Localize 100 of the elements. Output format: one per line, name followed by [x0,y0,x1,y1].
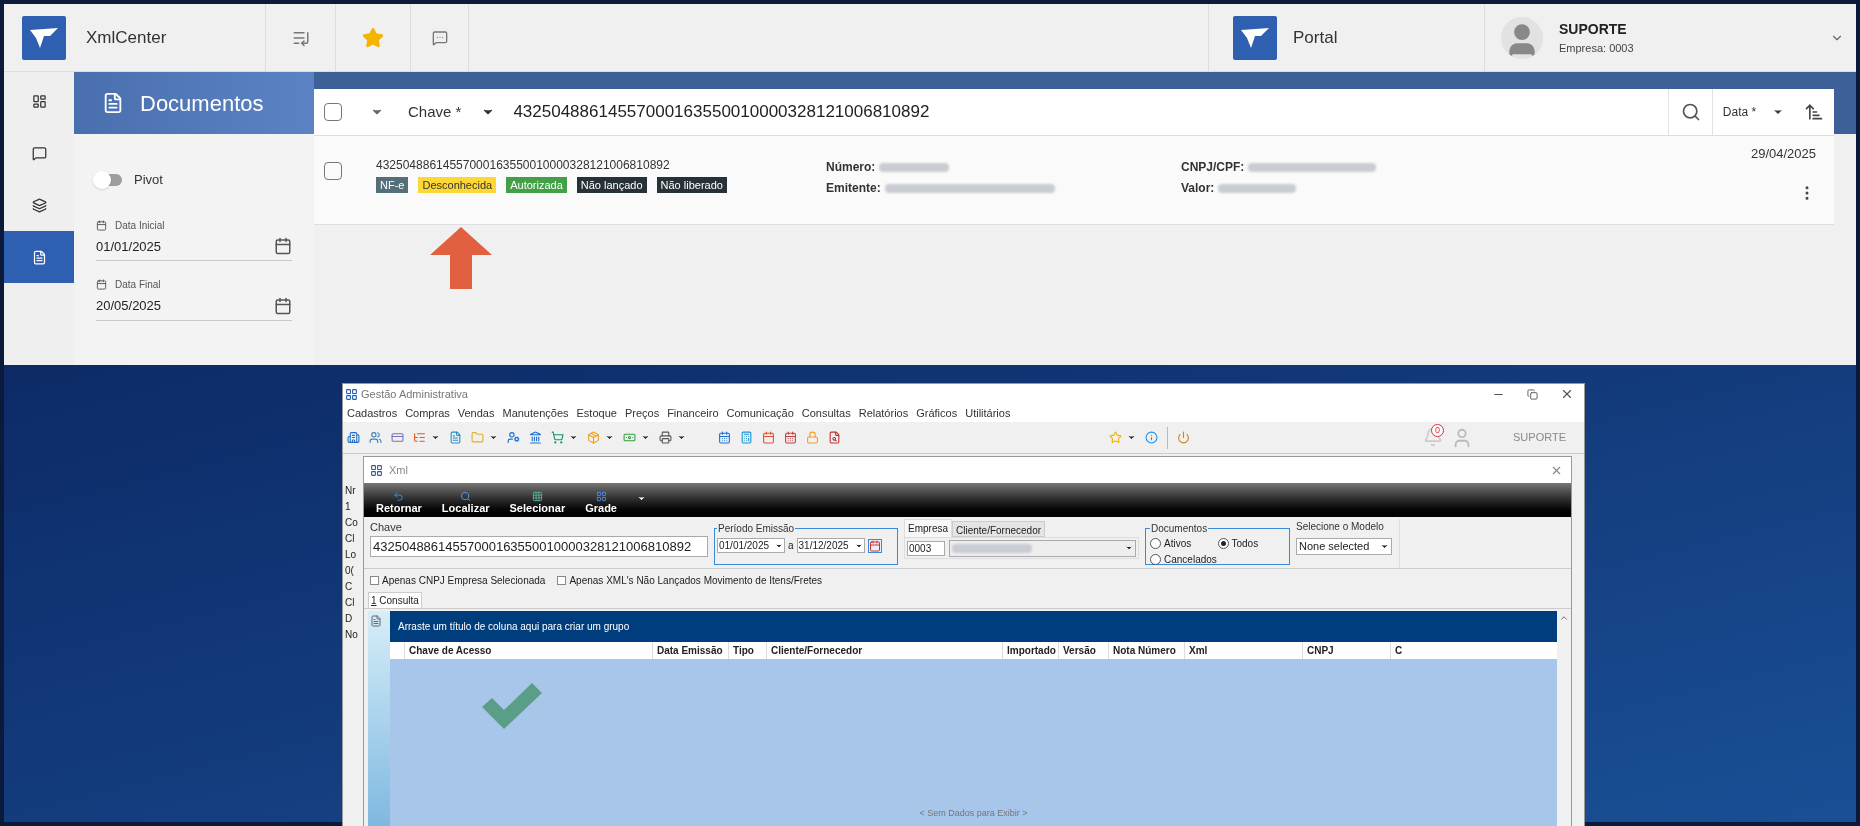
caret-icon[interactable] [431,433,440,442]
caret-icon[interactable] [677,433,686,442]
cart-icon[interactable] [551,431,564,444]
radio-label: Cancelados [1164,553,1217,567]
caret-icon[interactable] [569,433,578,442]
sort-order-icon[interactable] [1804,102,1824,122]
menu-item[interactable]: Financeiro [667,404,719,422]
menu-item[interactable]: Manutenções [502,404,569,422]
money-icon[interactable] [623,431,636,444]
calendar-icon[interactable] [718,431,731,444]
search-field-dropdown[interactable]: Chave * [408,100,496,124]
toolbar-button[interactable]: Localizar [441,491,490,515]
checkmark-icon [482,683,542,729]
radio-button[interactable] [1150,538,1161,549]
column-header[interactable]: C [1390,642,1406,659]
column-header[interactable]: Nota Número [1108,642,1184,659]
column-header[interactable]: Xml [1184,642,1302,659]
user-icon[interactable] [507,431,520,444]
sidebar-item[interactable] [4,231,74,283]
toolbar-button[interactable]: Retornar [376,491,422,515]
form-label: D [345,612,354,626]
date-dropdown[interactable]: 31/12/2025 [796,538,865,553]
date-label: Data Final [115,278,161,292]
radio-button[interactable] [1150,554,1161,565]
calendar-icon[interactable] [762,431,775,444]
menu-item[interactable]: Consultas [801,404,851,422]
column-header[interactable]: CNPJ [1302,642,1390,659]
menu-item[interactable]: Estoque [576,404,617,422]
chave-input[interactable]: 43250488614557000163550010000328121006810892 [370,535,708,557]
form-label: C [345,580,354,594]
restore-icon[interactable] [1527,388,1538,400]
toolbar-button[interactable]: Selecionar [509,491,566,515]
printer-icon[interactable] [659,431,672,444]
model-dropdown[interactable]: None selected [1296,538,1392,555]
column-header[interactable]: Data Emissão [652,642,728,659]
calculator-icon[interactable] [740,431,753,444]
notification-badge: 0 [1431,423,1444,437]
document-icon[interactable] [449,431,462,444]
bell-icon[interactable] [1423,426,1443,447]
people-icon[interactable] [369,431,382,444]
column-header[interactable]: Cliente/Fornecedor [766,642,1002,659]
select-all-checkbox[interactable] [324,103,342,121]
user-name: SUPORTE [1559,19,1628,39]
tab[interactable]: Empresa [904,519,952,537]
caret-icon[interactable] [489,433,498,442]
avatar-icon [1501,16,1543,59]
toolbar-button[interactable]: Grade [585,491,617,515]
date-field[interactable]: 20/05/2025 [96,296,292,321]
menu-item[interactable]: Utilitários [965,404,1011,422]
calendar-icon[interactable] [784,431,797,444]
list-icon[interactable] [413,431,426,444]
column-header[interactable]: Chave de Acesso [404,642,652,659]
menu-item[interactable]: Compras [405,404,450,422]
close-icon[interactable] [1560,387,1574,401]
report-icon[interactable] [828,431,841,444]
search-icon[interactable] [1680,102,1701,122]
star-icon[interactable] [362,26,384,49]
menu-item[interactable]: Cadastros [347,404,398,422]
caret-icon[interactable] [605,433,614,442]
search-icon [460,491,472,502]
chat-icon[interactable] [431,29,448,46]
menu-item[interactable]: Relatórios [858,404,909,422]
date-range-group: Período Emissão 01/01/2025 a 31/12/2025 [714,521,898,565]
column-header[interactable]: Versão [1058,642,1108,659]
tab[interactable]: 1 Consulta [368,592,422,608]
info-icon[interactable] [1145,431,1158,444]
app-name: XmlCenter [86,26,167,49]
calendar-icon[interactable] [274,296,292,315]
building-icon[interactable] [347,431,360,444]
scroll-up-icon[interactable] [1559,613,1569,623]
tab[interactable]: Cliente/Fornecedor [952,521,1046,537]
caret-icon[interactable] [641,433,650,442]
row-checkbox[interactable] [324,162,342,180]
calendar-icon[interactable] [274,237,292,256]
star-icon[interactable] [1109,431,1122,444]
pivot-toggle[interactable] [96,173,122,186]
portal-link[interactable]: Portal [1293,24,1338,51]
empresa-input[interactable]: 0003 [907,540,945,556]
card-icon[interactable] [391,431,404,444]
menu-item[interactable]: Vendas [457,404,495,422]
date-field[interactable]: 01/01/2025 [96,236,292,261]
menu-item[interactable]: Comunicação [726,404,794,422]
radio-button[interactable] [1217,538,1229,549]
logo-icon [1233,15,1277,60]
checkbox-label: Apenas CNPJ Empresa Selecionada [382,573,546,588]
caret-icon[interactable] [636,494,646,503]
bank-icon[interactable] [529,431,542,444]
app-icon [345,387,358,401]
date-dropdown[interactable]: 01/01/2025 [717,538,785,553]
power-icon[interactable] [1177,431,1190,444]
caret-icon[interactable] [1127,433,1136,442]
menu-item[interactable]: Preços [624,404,660,422]
window-title: Xml [389,462,408,478]
document-icon [102,92,124,114]
column-header[interactable]: Tipo [728,642,766,659]
checkbox[interactable] [370,575,379,585]
calendar-icon[interactable] [867,538,882,553]
checkbox[interactable] [557,575,567,585]
column-header[interactable]: Importado [1002,642,1058,659]
menu-item[interactable]: Gráficos [916,404,958,422]
